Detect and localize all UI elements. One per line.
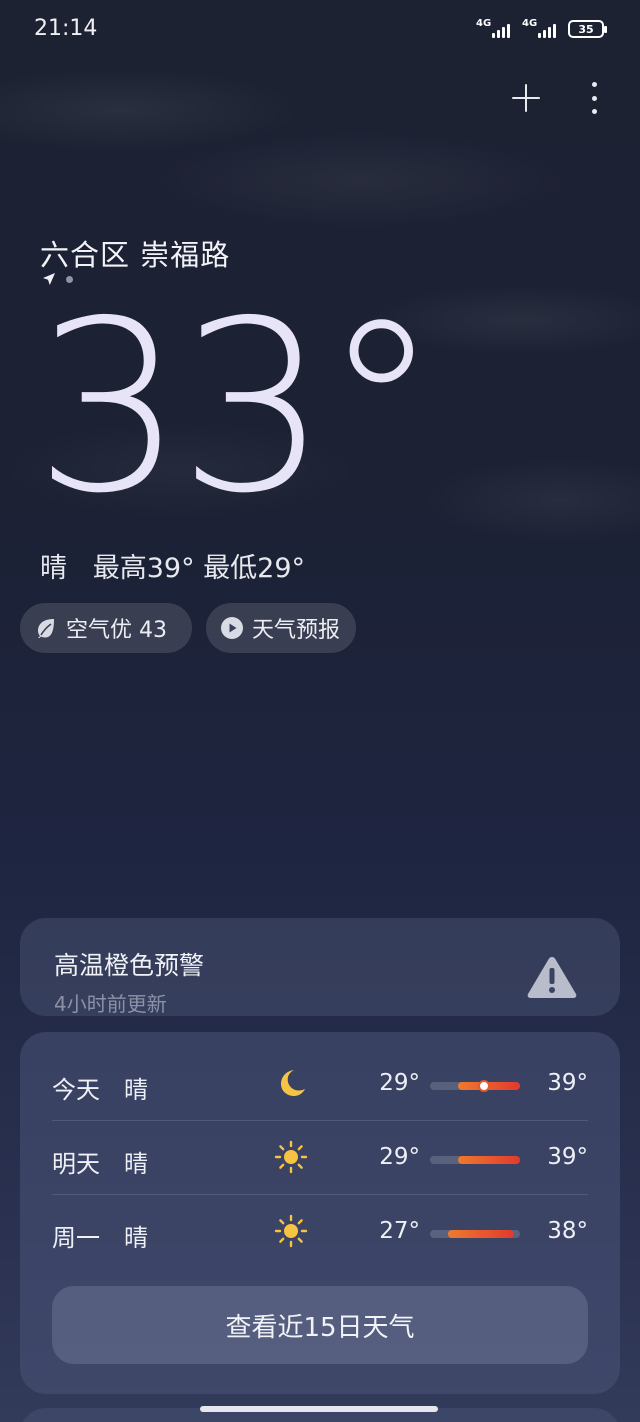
top-actions [510,82,598,114]
forecast-condition: 晴 [124,1076,148,1104]
weather-alert-card[interactable]: 高温橙色预警 4小时前更新 [20,918,620,1016]
current-temperature: 33° [34,270,440,545]
status-icons: 4G 4G 35 [476,16,607,42]
network-type-label: 4G [522,18,538,29]
row-divider [52,1194,588,1195]
condition-summary: 晴 最高39° 最低29° [40,553,306,584]
forecast-low: 27° [379,1218,420,1244]
add-city-icon[interactable] [510,82,542,114]
status-bar: 21:14 4G 4G 35 [0,0,640,58]
alert-title: 高温橙色预警 [54,951,205,980]
air-quality-label: 空气优 43 [66,618,167,643]
signal-icon: 4G [522,18,556,40]
view-15-day-forecast-button[interactable]: 查看近15日天气 [52,1286,588,1364]
row-divider [52,1120,588,1121]
more-vertical-icon[interactable] [590,82,598,114]
sun-icon [274,1140,308,1174]
alert-updated-time: 4小时前更新 [54,992,167,1016]
forecast-high: 39° [547,1070,588,1096]
battery-level: 35 [578,22,594,36]
network-type-label: 4G [476,18,492,29]
play-icon [221,617,243,639]
forecast-condition: 晴 [124,1224,148,1252]
forecast-row-monday[interactable]: 周一 晴 27° 38° [52,1196,588,1270]
temperature-range-bar [430,1230,520,1238]
battery-icon: 35 [568,20,607,38]
signal-icon: 4G [476,18,510,40]
daily-forecast-card: 今天 晴 29° 39° 明天 晴 29° 39° 周一 晴 27° 38° 查… [20,1032,620,1394]
leaf-icon [38,619,54,638]
location-title: 六合区 崇福路 [40,238,231,272]
warning-icon [527,957,577,998]
forecast-low: 29° [379,1144,420,1170]
forecast-high: 39° [547,1144,588,1170]
home-indicator[interactable] [200,1406,438,1412]
moon-icon [281,1070,305,1096]
forecast-day: 今天 [52,1076,100,1104]
forecast-day: 明天 [52,1150,100,1178]
current-temp-marker [478,1080,490,1092]
temperature-range-bar [430,1156,520,1164]
forecast-high: 38° [547,1218,588,1244]
forecast-condition: 晴 [124,1150,148,1178]
forecast-day: 周一 [52,1224,100,1252]
forecast-row-today[interactable]: 今天 晴 29° 39° [52,1048,588,1122]
weather-forecast-label: 天气预报 [252,618,341,643]
sun-icon [274,1214,308,1248]
status-time: 21:14 [34,16,98,41]
forecast-low: 29° [379,1070,420,1096]
forecast-row-tomorrow[interactable]: 明天 晴 29° 39° [52,1122,588,1196]
temperature-range-bar [430,1080,520,1092]
weather-forecast-chip[interactable]: 天气预报 [206,603,356,653]
air-quality-chip[interactable]: 空气优 43 [20,603,192,653]
